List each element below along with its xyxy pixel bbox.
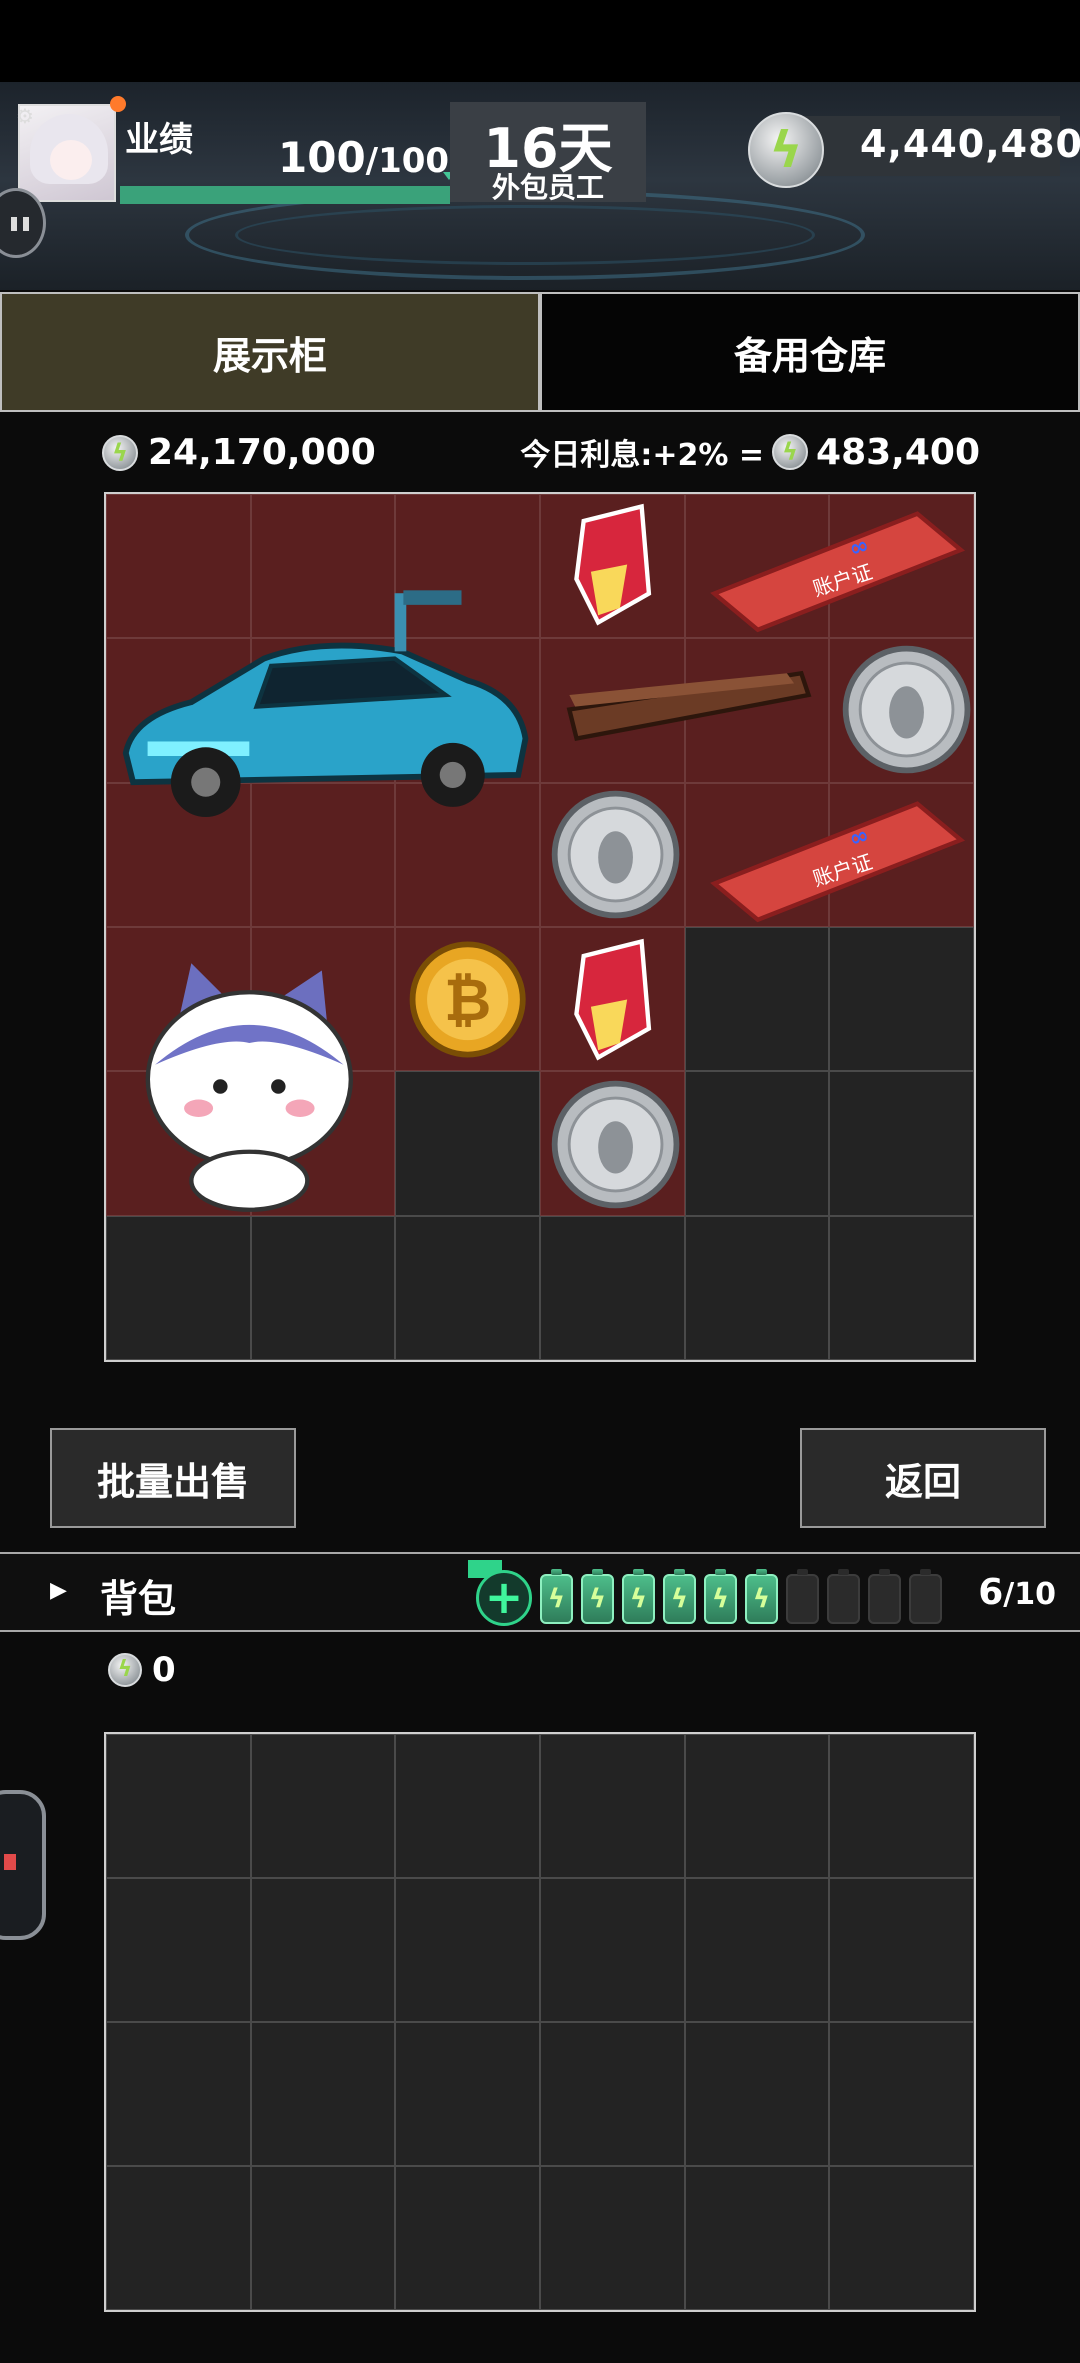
daily-interest: 今日利息:+2% = 483,400 bbox=[520, 430, 980, 474]
flag-icon bbox=[4, 1854, 16, 1870]
backpack-slot[interactable] bbox=[829, 1734, 974, 1878]
backpack-slot[interactable] bbox=[395, 1734, 540, 1878]
showcase-slot[interactable] bbox=[250, 1215, 396, 1360]
days-panel: 16天 外包员工 bbox=[450, 102, 646, 204]
backpack-slot[interactable] bbox=[829, 2166, 974, 2310]
backpack-slot[interactable] bbox=[684, 2166, 830, 2310]
showcase-slot[interactable] bbox=[540, 1215, 685, 1360]
backpack-slot[interactable] bbox=[684, 1734, 830, 1878]
silver-penguin-coin[interactable] bbox=[831, 637, 976, 782]
performance-value: 100/100 bbox=[278, 133, 449, 182]
backpack-slot[interactable] bbox=[829, 1878, 974, 2022]
backpack-slot[interactable] bbox=[250, 2022, 396, 2166]
brown-stick[interactable] bbox=[540, 637, 831, 782]
notification-dot bbox=[110, 96, 126, 112]
red-crystal[interactable] bbox=[540, 927, 685, 1072]
backpack-slot[interactable] bbox=[250, 1734, 396, 1878]
interest-amount: 483,400 bbox=[816, 431, 980, 473]
sports-car[interactable] bbox=[104, 492, 540, 927]
backpack-grid bbox=[104, 1732, 976, 2312]
backpack-slot[interactable] bbox=[395, 2022, 540, 2166]
showcase-slot[interactable] bbox=[684, 1215, 830, 1360]
backpack-bar[interactable]: ▶ 背包 + 6/10 bbox=[0, 1552, 1080, 1632]
showcase-slot[interactable] bbox=[829, 926, 974, 1072]
backpack-slot[interactable] bbox=[106, 1878, 251, 2022]
stage-ring-inner bbox=[235, 205, 815, 265]
bulk-sell-button[interactable]: 批量出售 bbox=[50, 1428, 296, 1528]
battery-icon bbox=[868, 1569, 901, 1624]
menu-dots-icon bbox=[11, 217, 17, 231]
bitcoin[interactable]: ₿ bbox=[395, 927, 540, 1072]
backpack-slot[interactable] bbox=[540, 1734, 685, 1878]
side-drawer-handle[interactable] bbox=[0, 1790, 46, 1940]
backpack-slot[interactable] bbox=[106, 1734, 251, 1878]
backpack-slot[interactable] bbox=[250, 2166, 396, 2310]
battery-icon bbox=[827, 1569, 860, 1624]
storage-tabs: 展示柜 备用仓库 bbox=[0, 292, 1080, 412]
red-crystal[interactable] bbox=[540, 492, 685, 637]
battery-icon bbox=[909, 1569, 942, 1624]
avatar-face bbox=[50, 140, 92, 180]
meta-account-card[interactable]: ∞ 账户证 bbox=[685, 492, 976, 637]
performance-bar-fill bbox=[120, 186, 450, 204]
backpack-slot[interactable] bbox=[395, 1878, 540, 2022]
energy-coin-icon bbox=[108, 1653, 142, 1687]
employee-role: 外包员工 bbox=[491, 171, 604, 204]
showcase-slot[interactable] bbox=[829, 1215, 974, 1360]
battery-icon bbox=[540, 1569, 573, 1624]
showcase-total: 24,170,000 bbox=[102, 432, 376, 473]
cat-plush[interactable] bbox=[104, 927, 395, 1217]
expand-arrow-icon[interactable]: ▶ bbox=[50, 1578, 67, 1603]
showcase-slot[interactable] bbox=[829, 1071, 974, 1216]
showcase-total-value: 24,170,000 bbox=[148, 432, 376, 473]
backpack-slot[interactable] bbox=[540, 2022, 685, 2166]
backpack-slot[interactable] bbox=[395, 2166, 540, 2310]
performance-max: /100 bbox=[365, 141, 450, 181]
performance-current: 100 bbox=[278, 133, 366, 182]
showcase-slot[interactable] bbox=[684, 1071, 830, 1216]
performance-bar bbox=[120, 186, 450, 204]
backpack-slot[interactable] bbox=[540, 1878, 685, 2022]
backpack-count-current: 6 bbox=[978, 1572, 1004, 1613]
battery-icon bbox=[745, 1569, 778, 1624]
battery-icon bbox=[581, 1569, 614, 1624]
tab-backup-warehouse[interactable]: 备用仓库 bbox=[540, 292, 1080, 412]
add-charge-button[interactable]: + bbox=[476, 1570, 532, 1626]
interest-label: 今日利息:+2% = bbox=[520, 438, 765, 473]
tab-showcase[interactable]: 展示柜 bbox=[0, 292, 540, 412]
silver-penguin-coin[interactable] bbox=[540, 782, 685, 927]
gear-icon[interactable]: ⚙ bbox=[16, 104, 34, 128]
backpack-slot[interactable] bbox=[106, 2022, 251, 2166]
silver-penguin-coin[interactable] bbox=[540, 1072, 685, 1217]
energy-coin-icon bbox=[772, 434, 809, 470]
backpack-slot[interactable] bbox=[684, 2022, 830, 2166]
backpack-slot[interactable] bbox=[106, 2166, 251, 2310]
meta-account-card[interactable]: ∞ 账户证 bbox=[685, 782, 976, 927]
energy-coin-icon bbox=[748, 112, 824, 188]
showcase-slot[interactable] bbox=[106, 1215, 251, 1360]
balance-value: 4,440,480 bbox=[860, 122, 1080, 166]
energy-coin-icon bbox=[102, 434, 138, 471]
battery-icon bbox=[663, 1569, 696, 1624]
backpack-count-max: /10 bbox=[1003, 1577, 1056, 1612]
battery-icon bbox=[704, 1569, 737, 1624]
showcase-slot[interactable] bbox=[684, 926, 830, 1072]
charge-batteries bbox=[540, 1569, 942, 1624]
backpack-slot[interactable] bbox=[250, 1878, 396, 2022]
svg-text:₿: ₿ bbox=[444, 966, 491, 1034]
backpack-count: 6/10 bbox=[978, 1572, 1056, 1613]
performance-label: 业绩 bbox=[125, 120, 193, 160]
backpack-label: 背包 bbox=[100, 1577, 177, 1621]
backpack-slot[interactable] bbox=[540, 2166, 685, 2310]
backpack-slot[interactable] bbox=[684, 1878, 830, 2022]
backpack-value-amount: 0 bbox=[152, 1650, 176, 1690]
showcase-slot[interactable] bbox=[395, 1071, 540, 1216]
backpack-slot[interactable] bbox=[829, 2022, 974, 2166]
back-button[interactable]: 返回 bbox=[800, 1428, 1046, 1528]
battery-icon bbox=[786, 1569, 819, 1624]
battery-icon bbox=[622, 1569, 655, 1624]
backpack-value: 0 bbox=[108, 1650, 176, 1690]
showcase-slot[interactable] bbox=[395, 1215, 540, 1360]
